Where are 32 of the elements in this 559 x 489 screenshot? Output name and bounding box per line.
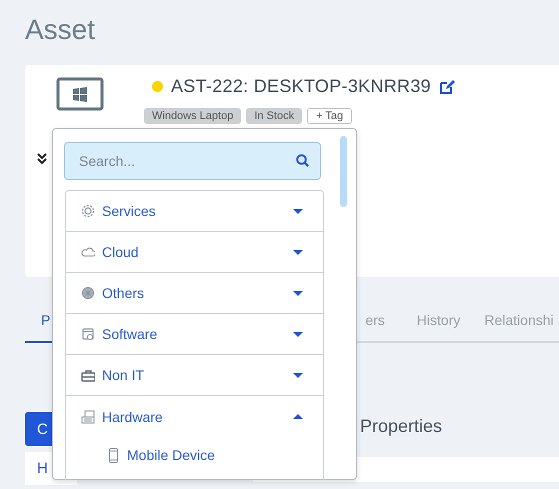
category-row[interactable]: Hardware bbox=[66, 396, 323, 437]
section-heading: Properties bbox=[360, 416, 444, 437]
add-tag-button[interactable]: + Tag bbox=[307, 108, 352, 124]
category-label: Software bbox=[102, 326, 158, 342]
globe-icon bbox=[81, 286, 95, 300]
toolbox-icon bbox=[81, 368, 95, 382]
window-icon bbox=[81, 327, 95, 341]
category-row[interactable]: Non IT bbox=[66, 355, 323, 396]
phone-icon bbox=[108, 448, 119, 462]
tag-chip: Windows Laptop bbox=[144, 108, 242, 124]
gear-icon bbox=[81, 204, 95, 218]
category-row[interactable]: Software bbox=[66, 314, 323, 355]
category-row[interactable]: Others bbox=[66, 273, 323, 314]
category-label: Services bbox=[102, 203, 157, 219]
search-icon bbox=[296, 154, 309, 167]
double-chevron-icon[interactable] bbox=[37, 153, 47, 165]
status-dot bbox=[152, 80, 163, 92]
computer-icon bbox=[81, 410, 95, 424]
category-row[interactable]: Cloud bbox=[66, 232, 323, 273]
category-label: Hardware bbox=[102, 408, 164, 424]
category-label: Cloud bbox=[102, 244, 140, 260]
cloud-icon bbox=[81, 245, 95, 259]
edit-icon[interactable] bbox=[438, 78, 455, 94]
asset-title: AST-222: DESKTOP-3KNRR39 bbox=[171, 76, 431, 96]
scrollbar[interactable] bbox=[340, 136, 347, 207]
category-label: Non IT bbox=[102, 367, 146, 383]
page-title: Asset bbox=[24, 13, 96, 47]
search-field[interactable]: Search... bbox=[64, 142, 321, 180]
tag-chip: In Stock bbox=[246, 108, 302, 124]
category-row[interactable]: Services bbox=[66, 191, 323, 232]
subcategory-item[interactable]: Mobile Device bbox=[127, 447, 215, 463]
category-label: Others bbox=[102, 285, 146, 301]
